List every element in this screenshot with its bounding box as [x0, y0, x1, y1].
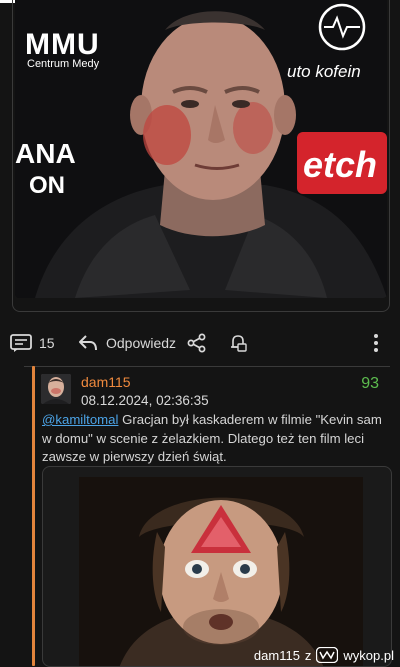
- watermark-separator: z: [304, 647, 312, 663]
- banner-text-4: etch: [303, 144, 378, 185]
- share-button[interactable]: [187, 325, 207, 361]
- reply-image-drawing: [79, 477, 363, 666]
- reply-button[interactable]: Odpowiedz: [78, 325, 176, 361]
- reply-image-embed[interactable]: [42, 466, 392, 667]
- kebab-menu-icon: [374, 334, 378, 352]
- wykop-logo-icon: [316, 647, 339, 663]
- comments-button[interactable]: 15: [10, 325, 55, 361]
- reply-body: @kamiltomal Gracjan był kaskaderem w fil…: [42, 411, 387, 467]
- share-icon: [187, 333, 206, 353]
- watermark-user: dam115: [253, 647, 300, 663]
- reply-arrow-icon: [79, 335, 97, 351]
- watermark-site: wykop.pl: [343, 647, 394, 663]
- reply-username[interactable]: dam115: [81, 374, 131, 390]
- mention-link[interactable]: @kamiltomal: [42, 412, 118, 427]
- more-options-button[interactable]: [373, 325, 379, 361]
- reply-separator: [24, 366, 390, 367]
- notify-button[interactable]: [228, 325, 248, 361]
- banner-text-3: uto kofein: [287, 62, 361, 81]
- post-action-bar: 15 Odpowiedz: [0, 325, 400, 361]
- avatar-image: [41, 374, 71, 404]
- watermark: dam115 z wykop.pl: [254, 647, 394, 663]
- avatar[interactable]: [41, 374, 71, 404]
- banner-text-1: ANA: [15, 138, 76, 169]
- comments-count: 15: [39, 335, 55, 351]
- banner-subtext: Centrum Medy: [27, 58, 100, 70]
- reply-image[interactable]: [79, 477, 363, 666]
- thread-indicator: [32, 366, 35, 666]
- banner-logo-text: MMU: [25, 28, 100, 61]
- comments-icon: [10, 334, 32, 352]
- reply-vote-score[interactable]: 93: [361, 375, 379, 393]
- reply-timestamp: 08.12.2024, 02:36:35: [81, 393, 209, 408]
- reply-label: Odpowiedz: [106, 335, 177, 351]
- banner-text-2: ON: [29, 172, 65, 199]
- post-image[interactable]: MMU Centrum Medy ANA ON uto kofein etch: [15, 0, 387, 298]
- bell-icon: [231, 335, 247, 352]
